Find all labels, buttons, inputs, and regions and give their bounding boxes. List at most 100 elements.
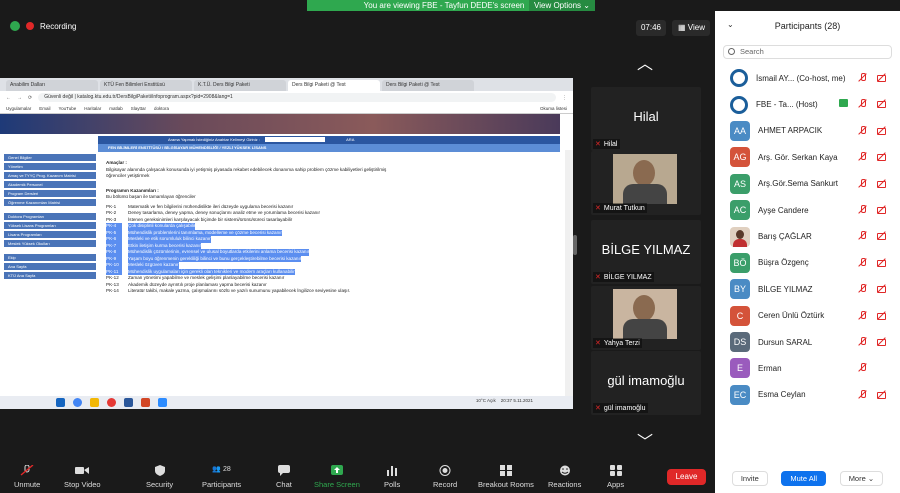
recording-indicator[interactable]: Recording [10,21,76,31]
video-off-icon [877,152,886,162]
participant-row[interactable]: C Ceren Ünlü Öztürk [715,303,900,329]
browser-tab[interactable]: Ders Bilgi Paketi @ Test [382,80,474,91]
view-options-button[interactable]: View Options ⌄ [529,0,595,11]
unmute-button[interactable]: Unmute [14,465,40,489]
participant-name: Ceren Ünlü Öztürk [758,311,825,321]
page-search-input[interactable] [265,137,326,143]
folder-icon[interactable] [90,398,99,407]
bookmark[interactable]: Uygulamalar [6,106,31,111]
back-icon[interactable]: ← [6,95,11,101]
nav-link[interactable]: Amaç ve TYYÇ Prog. Kazanım Matrisi [4,172,96,179]
reactions-button[interactable]: Reactions [548,465,581,489]
participant-status-icons [858,231,886,241]
mic-off-icon [858,231,867,240]
participant-row[interactable]: Barış ÇAĞLAR [715,223,900,249]
bookmark[interactable]: YouTube [59,106,77,111]
nav-link[interactable]: Program Dersleri [4,190,96,197]
mute-all-button[interactable]: Mute All [781,470,827,486]
nav-link[interactable]: Akademik Personel [4,181,96,188]
participant-row[interactable]: AA AHMET ARPACIK [715,118,900,144]
reading-list[interactable]: Okuma listesi [540,106,567,111]
video-tile[interactable]: BİLGE YILMAZ ✕ BİLGE YILMAZ [591,220,701,284]
video-off-icon [877,126,886,135]
nav-link[interactable]: Öğrenme Kazanımları Matrisi [4,199,96,206]
video-tile[interactable]: ✕ Yahya Terzi [591,286,701,350]
nav-link[interactable]: Yönetim [4,163,96,170]
participants-title: Participants (28) [774,21,841,31]
chrome-icon[interactable] [73,398,82,407]
page-scrollbar[interactable] [565,150,573,409]
video-tile[interactable]: Hilal ✕ Hilal [591,87,701,151]
record-button[interactable]: Record [433,465,457,489]
bookmark[interactable]: Email [39,106,50,111]
bookmark[interactable]: Haritalar [84,106,101,111]
grid-icon: ▦ [678,23,688,32]
participants-search-input[interactable]: Search [723,45,892,59]
forward-icon[interactable]: → [17,95,22,101]
address-bar[interactable]: Güvenli değil | katalog.ktu.edu.tr/DersB… [38,93,556,102]
nav-link[interactable]: Doktora Programları [4,213,96,220]
nav-link[interactable]: Genel Bilgiler [4,154,96,161]
windows-start-icon[interactable] [56,398,65,407]
nav-link[interactable]: Meslek Yüksek Okulları [4,240,96,247]
nav-link[interactable]: Lisans Programları [4,231,96,238]
share-scrollbar[interactable] [573,115,577,315]
nav-link[interactable]: Yüksek Lisans Programları [4,222,96,229]
breakout-rooms-button[interactable]: Breakout Rooms [478,465,534,489]
nav-link[interactable]: Ana Sayfa [4,263,96,270]
browser-tab[interactable]: KTÜ Fen Bilimleri Enstitüsü [100,80,192,91]
security-label: Security [146,480,174,489]
url-text: katalog.ktu.edu.tr/DersBilgiPaketi/infop… [77,94,233,100]
browser-tab-active[interactable]: Ders Bilgi Paketi @ Test [288,80,380,91]
shared-screen[interactable]: Anabilim Dalları KTÜ Fen Bilimleri Ensti… [0,78,573,409]
participant-row[interactable]: BY BİLGE YILMAZ [715,276,900,302]
participant-row[interactable]: AC Ayşe Candere [715,197,900,223]
outcome-text: Literatür takibi, makale yazma, çalışmal… [128,288,351,293]
mic-off-icon [858,336,867,346]
participant-row[interactable]: EC Esma Ceylan [715,382,900,408]
security-button[interactable]: Security [146,465,173,489]
share-screen-button[interactable]: Share Screen [314,465,360,489]
page-search-label: Arama Yapmak İstediğiniz Anahtar Kelimey… [168,137,260,142]
participant-row[interactable]: FBE - Ta... (Host) [715,91,900,117]
chevron-up-icon[interactable]: ︿ [633,57,657,73]
meeting-clock: 07:46 [636,20,666,36]
page-search-button[interactable]: ARA [346,137,354,142]
leave-button[interactable]: Leave [667,469,706,485]
avatar: BY [730,279,750,300]
bookmark[interactable]: Slayttar [131,106,146,111]
avatar: AC [730,200,750,221]
browser-tab[interactable]: Anabilim Dalları [6,80,98,91]
stop-video-button[interactable]: Stop Video [64,465,101,489]
participant-row[interactable]: AS Arş.Gör.Sema Sankurt [715,171,900,197]
reload-icon[interactable]: ⟳ [28,95,32,101]
view-button[interactable]: ▦ View [672,20,710,36]
bookmark[interactable]: doktora [154,106,169,111]
participant-row[interactable]: İsmail AY... (Co-host, me) [715,65,900,91]
chevron-down-icon[interactable]: ﹀ [633,435,657,451]
extensions-icon[interactable]: ⋮ [562,95,567,101]
participant-row[interactable]: AG Arş. Gör. Serkan Kaya [715,144,900,170]
chat-button[interactable]: Chat [276,465,292,489]
powerpoint-icon[interactable] [141,398,150,407]
participant-row[interactable]: E Erman [715,355,900,381]
invite-button[interactable]: Invite [731,470,768,486]
apps-button[interactable]: Apps [607,465,624,489]
word-icon[interactable] [124,398,133,407]
video-tile[interactable]: gül imamoğlu ✕ gül imamoğlu [591,351,701,415]
nav-link[interactable]: KTÜ Ana Sayfa [4,272,96,279]
participant-row[interactable]: DS Dursun SARAL [715,329,900,355]
more-button[interactable]: More ⌄ [839,470,884,486]
chat-label: Chat [276,480,292,489]
browser-tab[interactable]: K.T.Ü. Ders Bilgi Paketi [194,80,286,91]
page-content: Amaçlar : Bilgisayar alanında çalışacak … [106,157,406,295]
nav-link[interactable]: Ekip [4,254,96,261]
zoom-icon[interactable] [158,398,167,407]
participants-button[interactable]: 👥 28 Participants [202,465,241,489]
bookmark[interactable]: matlab [109,106,123,111]
participant-row[interactable]: BÖ Büşra Özgenç [715,250,900,276]
chevron-down-icon[interactable]: ⌄ [727,20,734,29]
polls-button[interactable]: Polls [384,465,400,489]
opera-icon[interactable] [107,398,116,407]
video-tile[interactable]: ✕ Murat Tutkun [591,151,701,215]
